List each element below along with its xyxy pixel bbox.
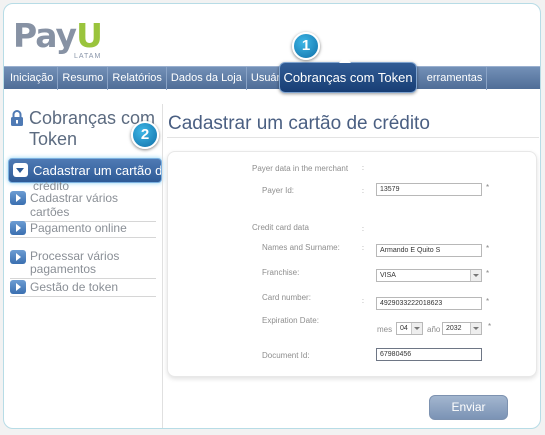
chevron-right-icon [10,191,26,205]
sidebar-item-gestao-de-token[interactable]: Gestão de token [10,280,156,297]
colon-mark: : [362,245,364,252]
chevron-down-icon [411,323,422,334]
sidebar-divider [162,104,163,428]
required-mark: * [488,322,492,331]
franchise-select[interactable]: VISA [376,269,482,282]
colon-mark: : [362,298,364,305]
card-number-label: Card number: [262,293,311,302]
payu-logo: PayU LATAM [13,16,103,60]
sidebar-item-overflow-text: crédito [33,182,70,191]
chevron-right-icon [10,221,26,235]
colon-mark: : [362,226,364,233]
franchise-label: Franchise: [262,268,300,277]
sidebar-item-label: Cadastrar um cartão de [33,163,162,178]
chevron-down-icon [470,323,481,334]
step-badge-2: 2 [131,121,159,149]
chevron-right-icon [10,250,26,264]
required-mark: * [486,269,490,278]
chevron-down-icon [470,270,481,281]
title-divider [167,137,539,138]
chevron-down-icon [13,163,28,177]
step-badge-1: 1 [292,32,320,60]
sidebar-item-cadastrar-varios-cartoes[interactable]: Cadastrar vários cartões [10,191,156,222]
nav-item-iniciacao[interactable]: Iniciação [4,66,59,90]
main-nav: Iniciação Resumo Relatórios Dados da Loj… [4,66,540,90]
name-label: Names and Surname: [262,243,340,252]
payer-id-field[interactable]: 13579 [376,183,482,196]
name-field[interactable]: Armando E Quito S [376,244,482,257]
nav-item-resumo[interactable]: Resumo [58,66,109,90]
credit-card-form: Payer data in the merchant : Payer Id: :… [167,151,537,377]
document-field[interactable]: 67980456 [376,348,482,361]
colon-mark: : [362,188,364,195]
screenshot-frame: PayU LATAM Iniciação Resumo Relatórios D… [3,3,541,429]
colon-mark: : [362,165,364,172]
year-select[interactable]: 2032 [442,322,482,335]
section-merchant-label: Payer data in the merchant [252,164,349,173]
submit-button[interactable]: Enviar [429,395,508,420]
required-mark: * [486,297,490,306]
expiration-label: Expiration Date: [262,316,319,325]
sidebar-item-cadastrar-cartao[interactable]: Cadastrar um cartão de [8,158,162,183]
month-prefix: mes [377,325,393,334]
required-mark: * [486,183,490,192]
nav-item-ferramentas[interactable]: erramentas [427,66,488,90]
required-mark: * [486,244,490,253]
sidebar-item-pagamento-online[interactable]: Pagamento online [10,221,156,238]
chevron-right-icon [10,280,26,294]
card-number-field[interactable]: 4929033222018623 [376,297,482,310]
payer-id-label: Payer Id: [262,186,295,195]
month-select[interactable]: 04 [396,322,423,335]
nav-item-relatorios[interactable]: Relatórios [108,66,167,90]
page-title: Cadastrar um cartão de crédito [168,113,430,134]
sidebar-item-processar-varios-pagamentos[interactable]: Processar vários pagamentos [10,250,156,279]
year-prefix: año [427,325,441,334]
section-card-label: Credit card data [252,223,309,232]
document-label: Document Id: [262,351,310,360]
nav-item-dados-da-loja[interactable]: Dados da Loja [167,66,247,90]
nav-item-cobrancas-com-token[interactable]: Cobranças com Token [279,56,417,93]
lock-icon [10,110,24,132]
